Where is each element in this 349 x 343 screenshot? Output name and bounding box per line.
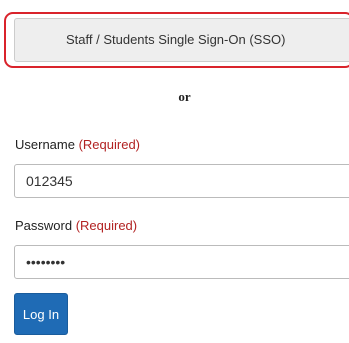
username-label-text: Username: [15, 137, 75, 152]
or-divider: or: [178, 89, 191, 104]
sso-login-button[interactable]: Staff / Students Single Sign-On (SSO): [14, 18, 349, 62]
password-required-marker: (Required): [75, 218, 138, 233]
username-input[interactable]: [14, 164, 349, 198]
log-in-button[interactable]: Log In: [14, 293, 68, 335]
password-label-text: Password: [15, 218, 73, 233]
username-label: Username (Required): [15, 137, 140, 152]
login-form: Staff / Students Single Sign-On (SSO) or…: [0, 0, 349, 343]
username-required-marker: (Required): [78, 137, 141, 152]
password-label: Password (Required): [15, 218, 137, 233]
password-input[interactable]: [14, 245, 349, 279]
